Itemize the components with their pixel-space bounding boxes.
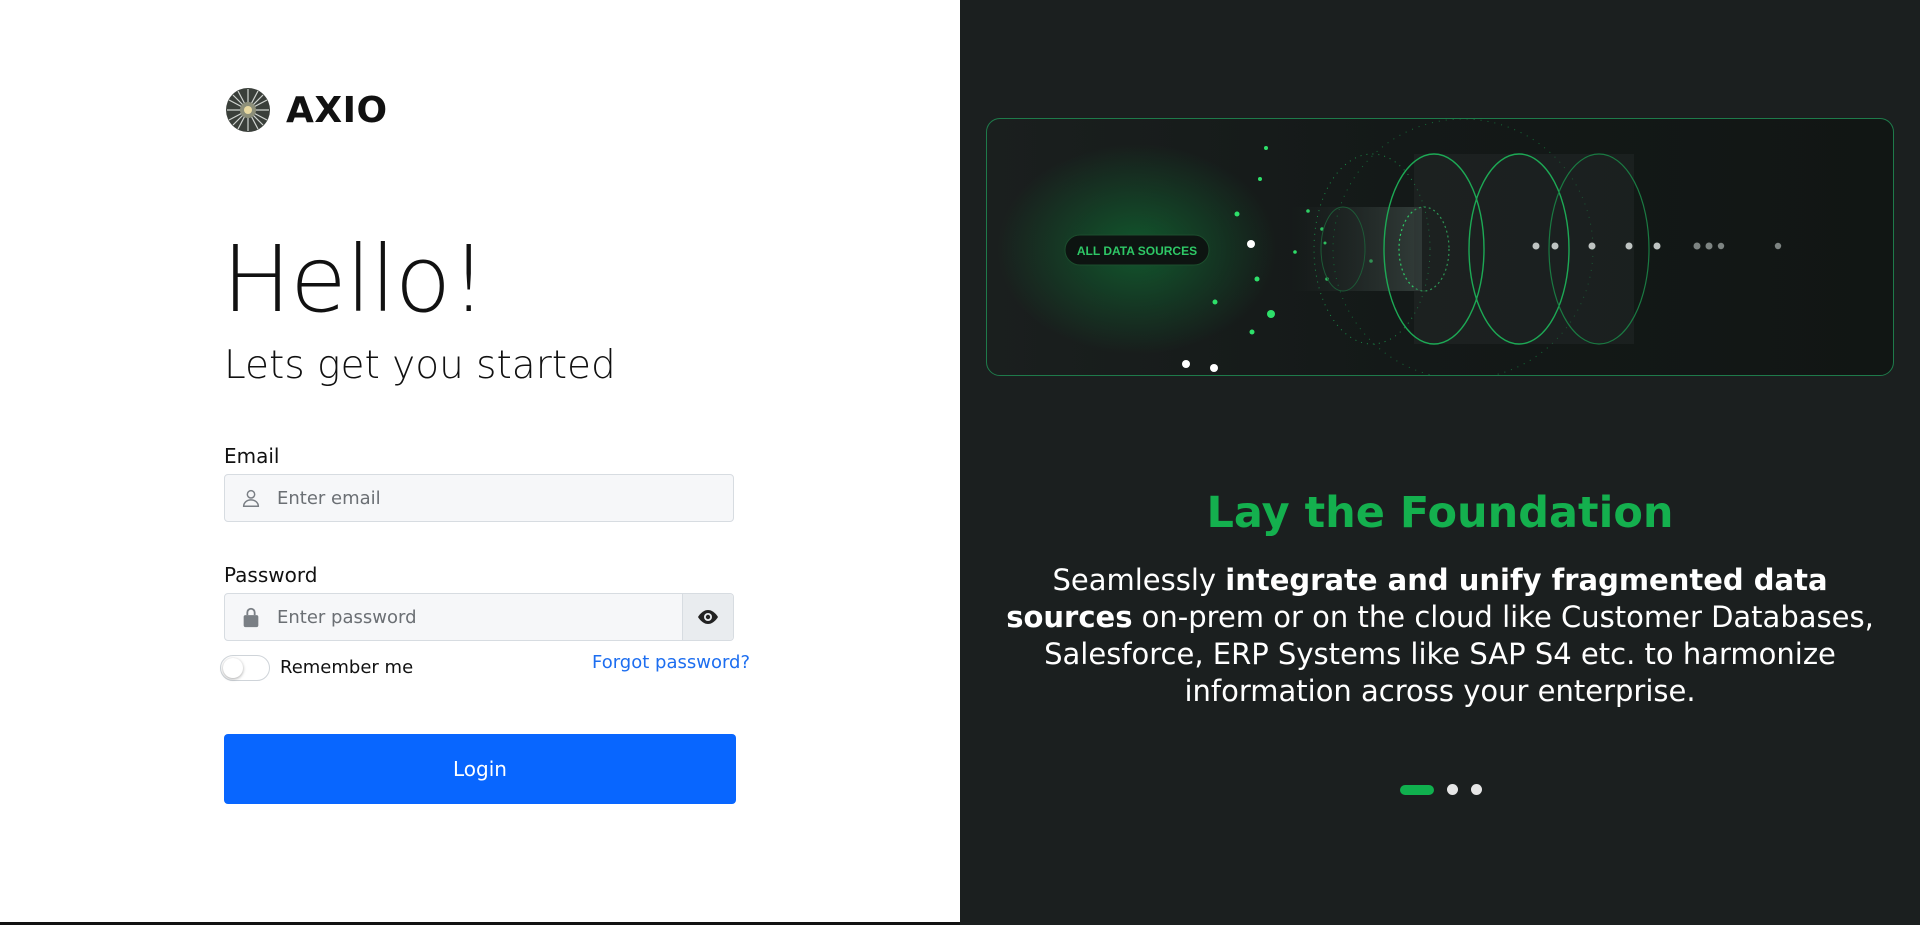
hero-badge: ALL DATA SOURCES bbox=[1077, 244, 1197, 258]
login-button[interactable]: Login bbox=[224, 734, 736, 804]
carousel-dot-3[interactable] bbox=[1471, 784, 1482, 795]
email-field bbox=[224, 474, 734, 522]
slide-description: Seamlessly integrate and unify fragmente… bbox=[994, 562, 1886, 710]
carousel-dot-2[interactable] bbox=[1447, 784, 1458, 795]
page-title: Hello! bbox=[222, 226, 487, 333]
eye-icon bbox=[698, 610, 718, 624]
password-input[interactable] bbox=[275, 593, 682, 641]
email-label: Email bbox=[224, 444, 280, 468]
hero-illustration: ALL DATA SOURCES bbox=[986, 118, 1894, 376]
password-field bbox=[224, 593, 734, 641]
brand-name: AXIO bbox=[286, 89, 388, 131]
login-panel: AXIO Hello! Lets get you started Email P… bbox=[0, 0, 960, 922]
carousel-dot-1[interactable] bbox=[1400, 784, 1434, 795]
slide-description-lead: Seamlessly bbox=[1052, 563, 1226, 597]
user-icon bbox=[239, 486, 263, 510]
email-input[interactable] bbox=[275, 474, 733, 522]
lock-icon bbox=[239, 605, 263, 629]
carousel-indicators bbox=[1400, 784, 1482, 795]
page-subtitle: Lets get you started bbox=[224, 343, 616, 388]
slide-description-rest: on-prem or on the cloud like Customer Da… bbox=[1044, 600, 1874, 708]
slide-title: Lay the Foundation bbox=[1206, 488, 1674, 538]
show-password-button[interactable] bbox=[682, 594, 733, 640]
remember-me-label: Remember me bbox=[280, 657, 414, 678]
remember-me-toggle[interactable] bbox=[220, 655, 270, 681]
brand-logo: AXIO bbox=[224, 86, 388, 134]
logo-icon bbox=[226, 88, 270, 132]
forgot-password-link[interactable]: Forgot password? bbox=[592, 652, 750, 673]
password-label: Password bbox=[224, 563, 318, 587]
toggle-knob bbox=[223, 658, 243, 678]
